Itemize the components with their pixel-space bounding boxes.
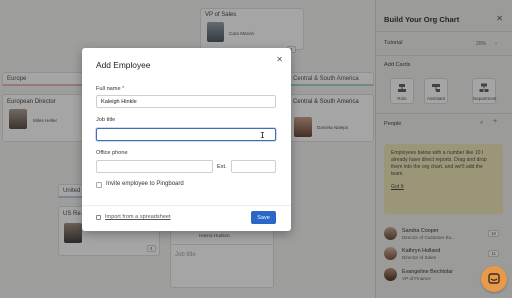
import-spreadsheet-link[interactable]: Import from a spreadsheet [105,214,171,220]
invite-checkbox[interactable] [96,182,102,188]
invite-label[interactable]: Invite employee to Pingboard [106,181,184,187]
dialog-title: Add Employee [96,60,151,70]
save-button[interactable]: Save [251,211,276,224]
close-icon[interactable]: ✕ [276,55,283,64]
full-name-label-text: Full name [96,86,121,92]
panel-backdrop [375,0,512,298]
office-phone-field[interactable] [96,160,213,173]
text-cursor-icon: I [260,131,265,140]
full-name-label: Full name * [96,86,124,92]
full-name-field[interactable] [96,95,276,108]
ext-label: Ext. [217,164,227,170]
chat-button[interactable] [481,266,507,292]
chat-icon [488,273,500,284]
spreadsheet-icon [96,215,101,220]
office-phone-label: Office phone [96,150,128,156]
required-mark: * [122,86,125,92]
job-title-label: Job title [96,117,116,123]
job-title-field[interactable] [96,128,276,141]
divider [82,205,291,206]
extension-field[interactable] [231,160,276,173]
